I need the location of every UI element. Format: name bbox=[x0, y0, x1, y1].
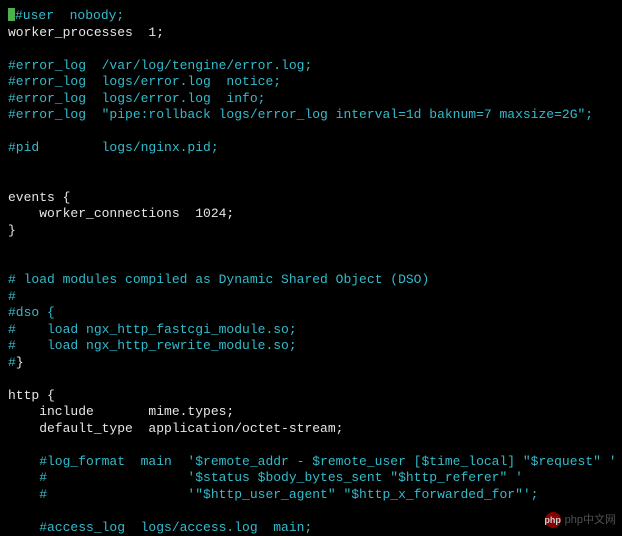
code-token: #pid logs/nginx.pid; bbox=[8, 140, 219, 155]
code-token: #error_log logs/error.log info; bbox=[8, 91, 265, 106]
code-token: #log_format main '$remote_addr - $remote… bbox=[8, 454, 617, 469]
code-token: #error_log /var/log/tengine/error.log; bbox=[8, 58, 312, 73]
code-token: #user nobody; bbox=[15, 8, 124, 23]
code-token: # load ngx_http_rewrite_module.so; bbox=[8, 338, 297, 353]
code-token: # '$status $body_bytes_sent "$http_refer… bbox=[8, 470, 523, 485]
code-token: worker_processes 1; bbox=[8, 25, 164, 40]
code-token: include mime.types; bbox=[8, 404, 234, 419]
code-token: # '"$http_user_agent" "$http_x_forwarded… bbox=[8, 487, 539, 502]
php-icon: php bbox=[545, 512, 561, 528]
code-token: events { bbox=[8, 190, 70, 205]
code-token: default_type application/octet-stream; bbox=[8, 421, 343, 436]
code-token: # bbox=[8, 355, 16, 370]
code-token: # bbox=[8, 289, 16, 304]
code-token: #dso { bbox=[8, 305, 55, 320]
code-token: } bbox=[16, 355, 24, 370]
watermark-label: php中文网 bbox=[565, 512, 616, 529]
terminal-cursor bbox=[8, 8, 15, 21]
code-token: worker_connections 1024; bbox=[8, 206, 234, 221]
code-token: #error_log "pipe:rollback logs/error_log… bbox=[8, 107, 593, 122]
code-token: # load modules compiled as Dynamic Share… bbox=[8, 272, 429, 287]
code-token: # load ngx_http_fastcgi_module.so; bbox=[8, 322, 297, 337]
code-token: http { bbox=[8, 388, 55, 403]
config-code-view: #user nobody; worker_processes 1; #error… bbox=[0, 0, 622, 536]
code-token: #access_log logs/access.log main; bbox=[8, 520, 312, 535]
code-token: } bbox=[8, 223, 16, 238]
watermark: php php中文网 bbox=[545, 512, 616, 529]
code-token: #error_log logs/error.log notice; bbox=[8, 74, 281, 89]
